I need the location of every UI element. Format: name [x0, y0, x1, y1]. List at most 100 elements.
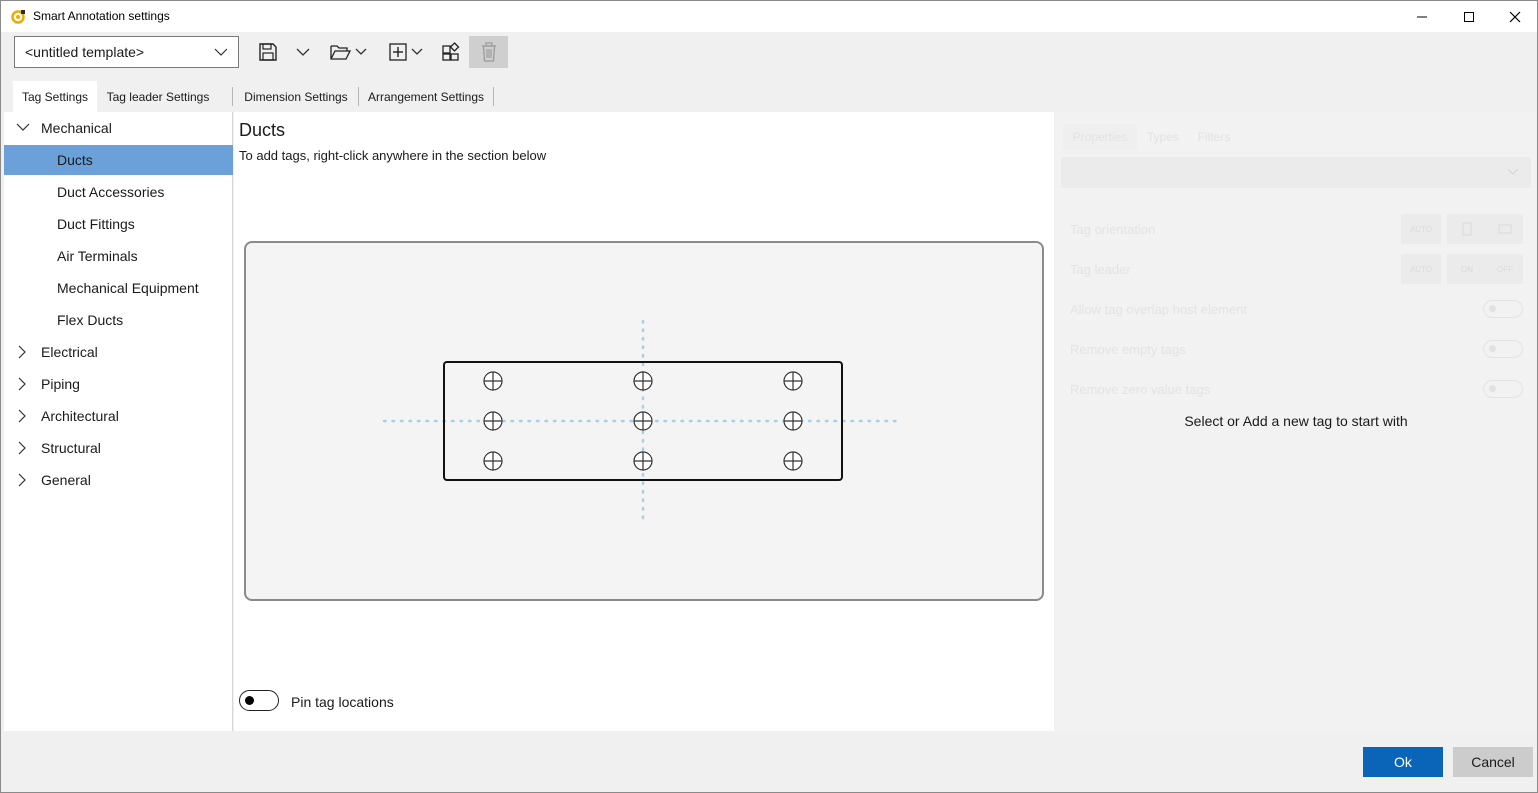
save-button[interactable] — [255, 36, 281, 68]
tag-orientation-label: Tag orientation — [1070, 222, 1156, 237]
tag-anchor-top-right[interactable] — [783, 371, 803, 391]
ok-button[interactable]: Ok — [1363, 747, 1443, 777]
tree-item-mechanical-equipment[interactable]: Mechanical Equipment — [4, 273, 233, 303]
add-square-icon — [388, 43, 407, 61]
tag-anchor-middle-left[interactable] — [483, 411, 503, 431]
add-category-button[interactable] — [438, 36, 464, 68]
chevron-down-icon — [214, 48, 228, 56]
tree-item-ducts[interactable]: Ducts — [4, 145, 233, 175]
tree-item-electrical[interactable]: Electrical — [4, 337, 233, 367]
tag-anchor-center[interactable] — [633, 411, 653, 431]
toggle-knob — [245, 696, 254, 705]
option-label: AUTO — [1409, 224, 1433, 234]
toolbar: <untitled template> — [1, 32, 1537, 82]
grid-add-icon — [442, 42, 460, 61]
leader-auto-button[interactable]: AUTO — [1401, 254, 1441, 284]
maximize-icon — [1464, 11, 1474, 22]
tree-item-general[interactable]: General — [4, 465, 233, 495]
tag-anchor-top-left[interactable] — [483, 371, 503, 391]
chevron-right-icon — [18, 409, 26, 423]
tag-placement-canvas[interactable] — [244, 241, 1044, 601]
remove-empty-tags-label: Remove empty tags — [1070, 342, 1186, 357]
tab-label: Arrangement Settings — [367, 89, 485, 104]
tab-label: Tag Settings — [21, 89, 89, 104]
tree-item-air-terminals[interactable]: Air Terminals — [4, 241, 233, 271]
save-icon — [259, 43, 277, 61]
chevron-right-icon — [18, 345, 26, 359]
pin-tag-locations-toggle[interactable] — [239, 690, 279, 711]
remove-empty-tags-toggle[interactable] — [1483, 340, 1523, 358]
tab-label: Properties — [1072, 130, 1128, 144]
chevron-down-icon — [1507, 168, 1519, 175]
close-icon — [1509, 11, 1521, 22]
close-button[interactable] — [1492, 1, 1538, 32]
tree-item-label: Mechanical Equipment — [57, 280, 199, 296]
toggle-knob — [1489, 305, 1496, 312]
open-button[interactable] — [326, 36, 370, 68]
tag-anchor-bottom-right[interactable] — [783, 451, 803, 471]
chevron-down-icon — [355, 48, 366, 55]
leader-off-button[interactable]: OFF — [1487, 254, 1523, 284]
tab-filters[interactable]: Filters — [1189, 124, 1239, 150]
tab-divider — [232, 87, 233, 106]
smart-annotation-dialog: Smart Annotation settings <untitled temp… — [0, 0, 1538, 793]
delete-button[interactable] — [469, 36, 508, 68]
chevron-down-icon — [16, 123, 30, 131]
tree-item-label: Piping — [41, 376, 80, 392]
add-button[interactable] — [383, 36, 427, 68]
tab-arrangement-settings[interactable]: Arrangement Settings — [360, 81, 492, 112]
tree-item-label: Electrical — [41, 344, 98, 360]
tree-item-mechanical[interactable]: Mechanical — [4, 113, 233, 143]
cancel-button[interactable]: Cancel — [1453, 747, 1533, 777]
chevron-right-icon — [18, 473, 26, 487]
pin-tag-locations-label: Pin tag locations — [291, 694, 394, 710]
tab-divider — [358, 87, 359, 106]
orientation-auto-button[interactable]: AUTO — [1401, 214, 1441, 244]
tab-tag-settings[interactable]: Tag Settings — [13, 81, 97, 112]
tree-item-duct-fittings[interactable]: Duct Fittings — [4, 209, 233, 239]
tag-anchor-middle-right[interactable] — [783, 411, 803, 431]
tab-dimension-settings[interactable]: Dimension Settings — [236, 81, 356, 112]
tree-item-architectural[interactable]: Architectural — [4, 401, 233, 431]
folder-open-icon — [329, 45, 351, 60]
trash-icon — [481, 42, 496, 62]
option-label: OFF — [1497, 264, 1513, 274]
tag-leader-label: Tag leader — [1070, 262, 1131, 277]
tab-divider — [493, 87, 494, 106]
chevron-right-icon — [18, 441, 26, 455]
tree-item-label: Mechanical — [41, 120, 112, 136]
template-dropdown[interactable]: <untitled template> — [14, 36, 239, 68]
minimize-icon — [1417, 16, 1427, 17]
allow-overlap-toggle[interactable] — [1483, 300, 1523, 318]
title-bar: Smart Annotation settings — [1, 1, 1537, 32]
tree-item-flex-ducts[interactable]: Flex Ducts — [4, 305, 233, 335]
tab-label: Types — [1146, 130, 1179, 144]
tree-item-label: Architectural — [41, 408, 119, 424]
tab-tag-leader-settings[interactable]: Tag leader Settings — [99, 81, 217, 112]
tab-label: Filters — [1197, 130, 1231, 144]
tag-family-dropdown[interactable] — [1061, 157, 1531, 188]
tree-item-duct-accessories[interactable]: Duct Accessories — [4, 177, 233, 207]
orientation-horizontal-button[interactable] — [1487, 214, 1523, 244]
tree-item-label: Air Terminals — [57, 248, 138, 264]
tag-anchor-top-center[interactable] — [633, 371, 653, 391]
window-title: Smart Annotation settings — [33, 9, 170, 23]
tag-anchor-bottom-center[interactable] — [633, 451, 653, 471]
tag-anchor-bottom-left[interactable] — [483, 451, 503, 471]
tree-item-piping[interactable]: Piping — [4, 369, 233, 399]
minimize-button[interactable] — [1399, 1, 1445, 32]
leader-on-button[interactable]: ON — [1447, 254, 1487, 284]
toggle-knob — [1489, 345, 1496, 352]
tab-properties[interactable]: Properties — [1063, 124, 1137, 150]
empty-state-message: Select or Add a new tag to start with — [1184, 413, 1408, 429]
category-tree: Mechanical Ducts Duct Accessories Duct F… — [4, 112, 233, 731]
save-options-dropdown[interactable] — [293, 36, 313, 68]
orientation-vertical-button[interactable] — [1447, 214, 1487, 244]
tag-properties-panel: Properties Types Filters Tag orientation… — [1055, 112, 1537, 731]
tree-item-label: Ducts — [57, 152, 93, 168]
remove-zero-tags-toggle[interactable] — [1483, 380, 1523, 398]
tree-item-label: Duct Accessories — [57, 184, 165, 200]
tab-types[interactable]: Types — [1139, 124, 1187, 150]
maximize-button[interactable] — [1446, 1, 1492, 32]
tree-item-structural[interactable]: Structural — [4, 433, 233, 463]
